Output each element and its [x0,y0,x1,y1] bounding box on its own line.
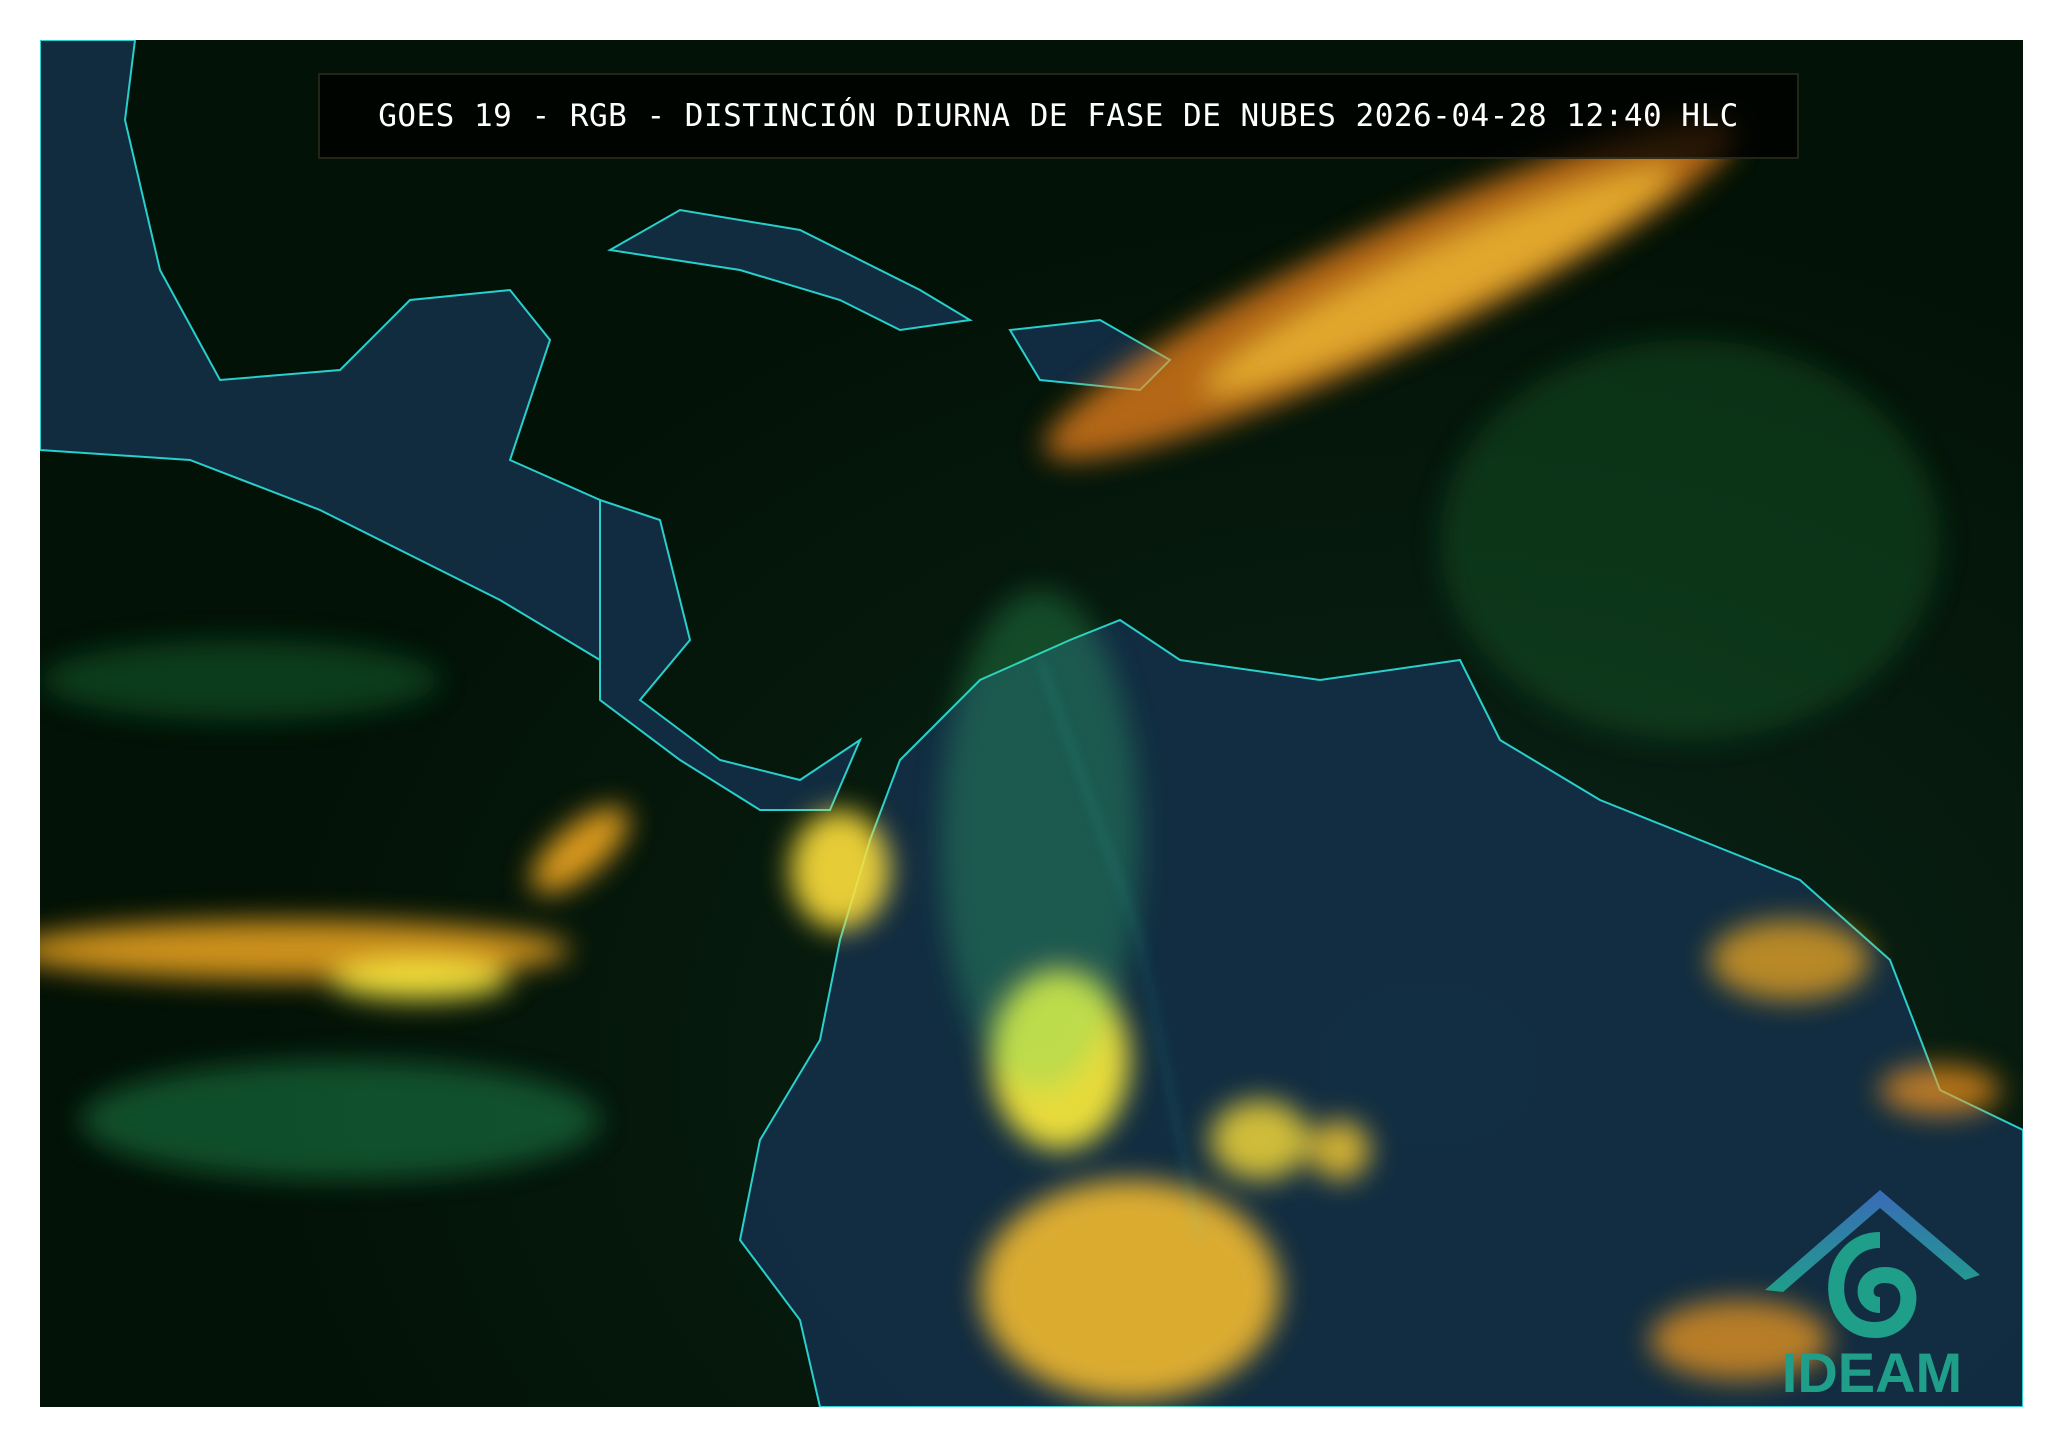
water-cloud [940,590,1140,1090]
cuba-land [610,210,970,330]
water-cloud [1440,340,1940,740]
water-cloud [40,640,440,720]
cloud-cluster [518,792,642,907]
satellite-image [40,40,2023,1407]
logo-text: IDEAM [1772,1340,1972,1405]
central-america-land [600,500,860,810]
cloud-band [330,960,510,1000]
cloud-cluster [1210,1100,1310,1180]
map-layer [40,40,2023,1407]
cloud-cluster [1710,920,1870,1000]
cloud-cluster [1880,1065,2000,1115]
title-banner: GOES 19 - RGB - DISTINCIÓN DIURNA DE FAS… [318,73,1799,159]
cloud-cluster [1310,1120,1370,1180]
cloud-cluster [980,1180,1280,1400]
image-title: GOES 19 - RGB - DISTINCIÓN DIURNA DE FAS… [378,98,1739,134]
water-cloud [80,1060,600,1180]
cloud-cluster [790,810,890,930]
